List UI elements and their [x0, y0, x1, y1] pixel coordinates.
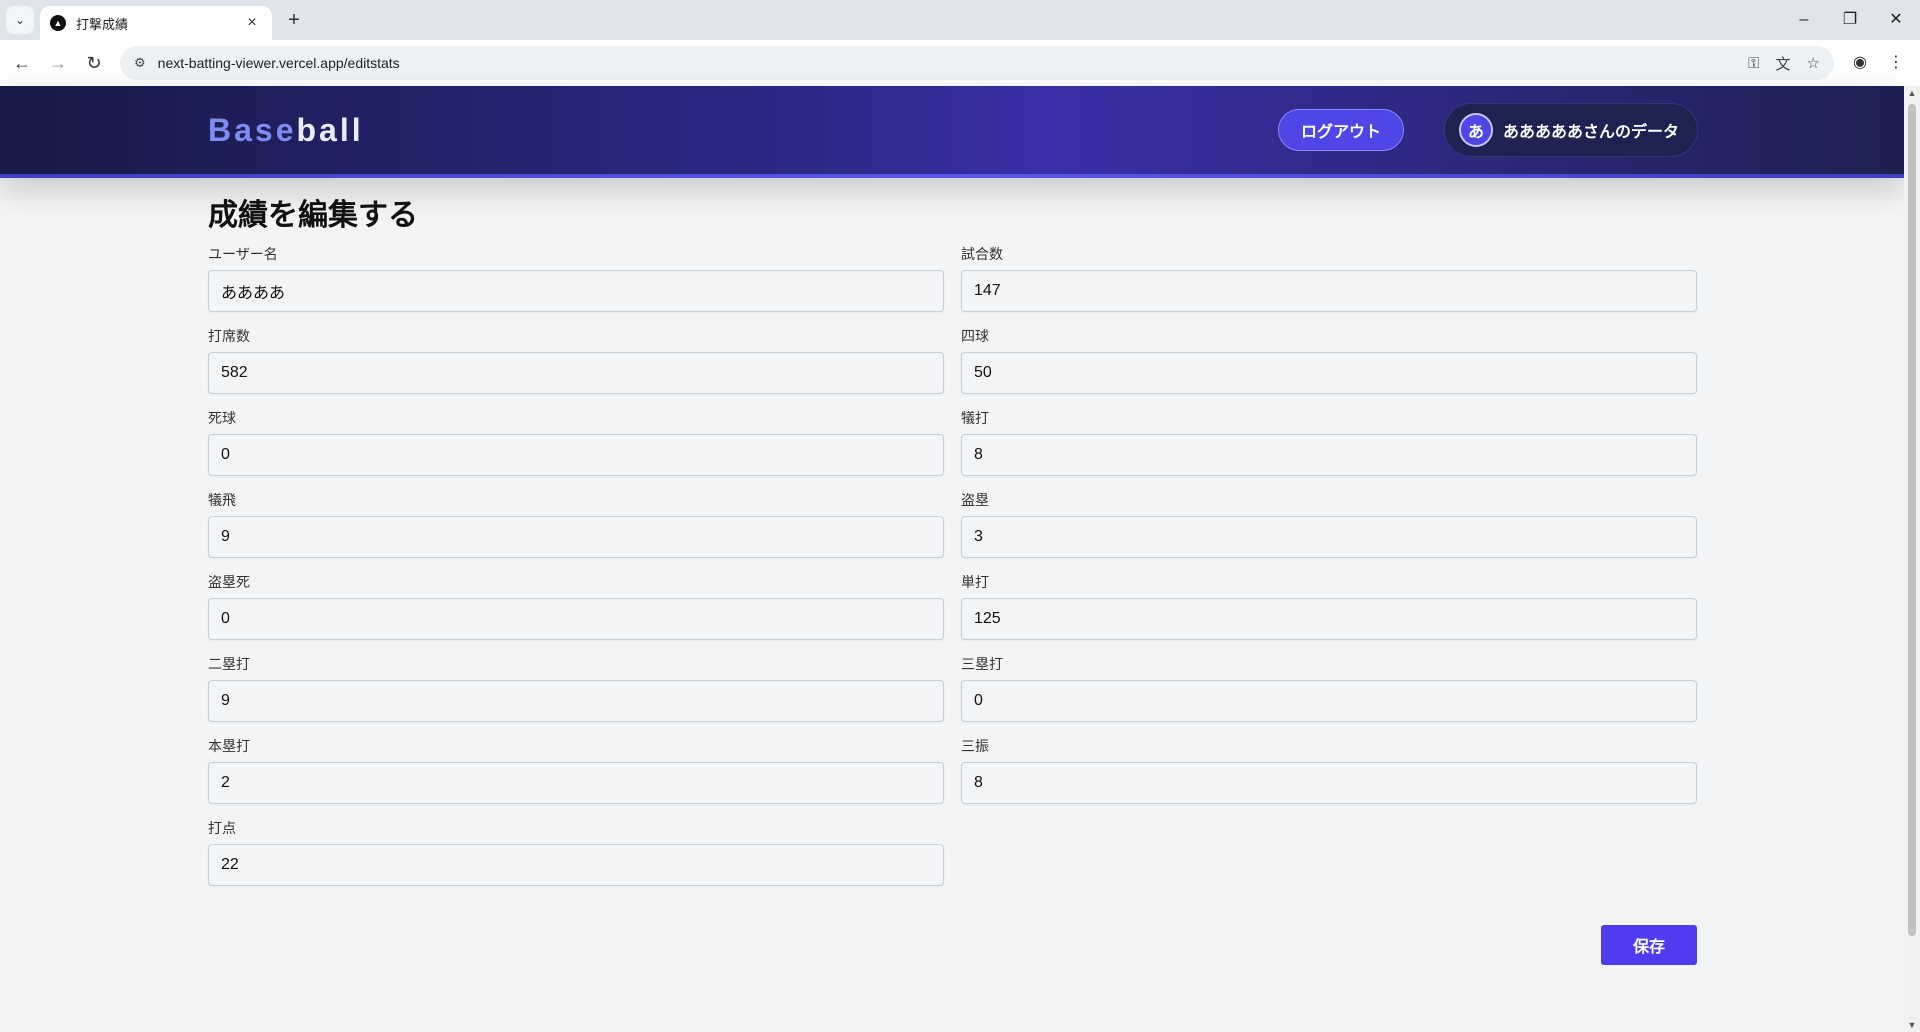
- arrow-left-icon[interactable]: ←: [8, 49, 36, 77]
- field-label: 打点: [208, 820, 236, 836]
- field-hit-by-pitch: 死球: [208, 408, 944, 476]
- avatar: あ: [1459, 113, 1493, 147]
- field-label: 犠打: [961, 410, 989, 426]
- field-singles: 単打: [961, 572, 1697, 640]
- doubles-input[interactable]: [208, 680, 944, 722]
- field-games: 試合数: [961, 244, 1697, 312]
- field-label: 単打: [961, 574, 989, 590]
- field-triples: 三塁打: [961, 654, 1697, 722]
- plus-icon[interactable]: +: [282, 8, 306, 32]
- field-strikeouts: 三振: [961, 736, 1697, 804]
- walks-input[interactable]: [961, 352, 1697, 394]
- stolen-bases-input[interactable]: [961, 516, 1697, 558]
- brand-logo[interactable]: Baseball: [208, 112, 364, 149]
- home-runs-input[interactable]: [208, 762, 944, 804]
- field-label: 死球: [208, 410, 236, 426]
- field-sacrifice-bunts: 犠打: [961, 408, 1697, 476]
- hit-by-pitch-input[interactable]: [208, 434, 944, 476]
- field-label: 盗塁死: [208, 574, 250, 590]
- field-label: 三振: [961, 738, 989, 754]
- field-doubles: 二塁打: [208, 654, 944, 722]
- scroll-thumb[interactable]: [1908, 104, 1916, 936]
- field-label: 打席数: [208, 328, 250, 344]
- logout-button[interactable]: ログアウト: [1278, 109, 1404, 151]
- field-label: 盗塁: [961, 492, 989, 508]
- restore-icon[interactable]: ❐: [1836, 6, 1864, 34]
- user-data-button[interactable]: あ あああああさんのデータ: [1444, 103, 1698, 157]
- browser-tab[interactable]: ▲ 打撃成績 ×: [40, 6, 272, 40]
- field-walks: 四球: [961, 326, 1697, 394]
- field-username: ユーザー名: [208, 244, 944, 312]
- scroll-up-icon[interactable]: ▲: [1904, 86, 1920, 100]
- field-plate-appearances: 打席数: [208, 326, 944, 394]
- minimize-icon[interactable]: –: [1790, 6, 1818, 34]
- url-text[interactable]: next-batting-viewer.vercel.app/editstats: [158, 55, 1732, 71]
- window-close-icon[interactable]: ✕: [1882, 6, 1910, 34]
- triples-input[interactable]: [961, 680, 1697, 722]
- caught-stealing-input[interactable]: [208, 598, 944, 640]
- scroll-down-icon[interactable]: ▼: [1904, 1018, 1920, 1032]
- account-icon[interactable]: ◉: [1846, 49, 1874, 77]
- field-label: ユーザー名: [208, 246, 278, 262]
- field-caught-stealing: 盗塁死: [208, 572, 944, 640]
- field-label: 試合数: [961, 246, 1003, 262]
- games-input[interactable]: [961, 270, 1697, 312]
- tune-icon[interactable]: ⚙: [134, 55, 146, 71]
- site-header: Baseball ログアウト あ あああああさんのデータ: [0, 86, 1904, 178]
- sacrifice-bunts-input[interactable]: [961, 434, 1697, 476]
- page-title: 成績を編集する: [208, 199, 418, 232]
- arrow-right-icon[interactable]: →: [44, 49, 72, 77]
- field-rbi: 打点: [208, 818, 944, 886]
- field-label: 二塁打: [208, 656, 250, 672]
- strikeouts-input[interactable]: [961, 762, 1697, 804]
- chevron-down-icon[interactable]: ⌄: [6, 6, 34, 34]
- key-icon[interactable]: ⚿: [1748, 55, 1759, 72]
- more-vert-icon[interactable]: ⋮: [1882, 49, 1910, 77]
- address-bar[interactable]: ⚙ next-batting-viewer.vercel.app/editsta…: [120, 46, 1834, 80]
- browser-toolbar: ← → ↻ ⚙ next-batting-viewer.vercel.app/e…: [0, 40, 1920, 86]
- translate-icon[interactable]: 文: [1776, 53, 1791, 74]
- sacrifice-flies-input[interactable]: [208, 516, 944, 558]
- field-stolen-bases: 盗塁: [961, 490, 1697, 558]
- field-label: 犠飛: [208, 492, 236, 508]
- browser-tab-bar: ⌄ ▲ 打撃成績 × + – ❐ ✕: [0, 0, 1920, 40]
- username-input[interactable]: [208, 270, 944, 312]
- field-label: 三塁打: [961, 656, 1003, 672]
- close-icon[interactable]: ×: [242, 14, 262, 32]
- vercel-triangle-icon: ▲: [50, 15, 66, 31]
- singles-input[interactable]: [961, 598, 1697, 640]
- page-scrollbar[interactable]: ▲ ▼: [1904, 86, 1920, 1032]
- user-data-label: あああああさんのデータ: [1503, 124, 1680, 141]
- field-sacrifice-flies: 犠飛: [208, 490, 944, 558]
- save-button[interactable]: 保存: [1601, 925, 1697, 965]
- reload-icon[interactable]: ↻: [80, 49, 108, 77]
- field-home-runs: 本塁打: [208, 736, 944, 804]
- field-label: 四球: [961, 328, 989, 344]
- rbi-input[interactable]: [208, 844, 944, 886]
- field-label: 本塁打: [208, 738, 250, 754]
- plate-appearances-input[interactable]: [208, 352, 944, 394]
- star-icon[interactable]: ☆: [1807, 54, 1820, 72]
- tab-title: 打撃成績: [76, 16, 129, 32]
